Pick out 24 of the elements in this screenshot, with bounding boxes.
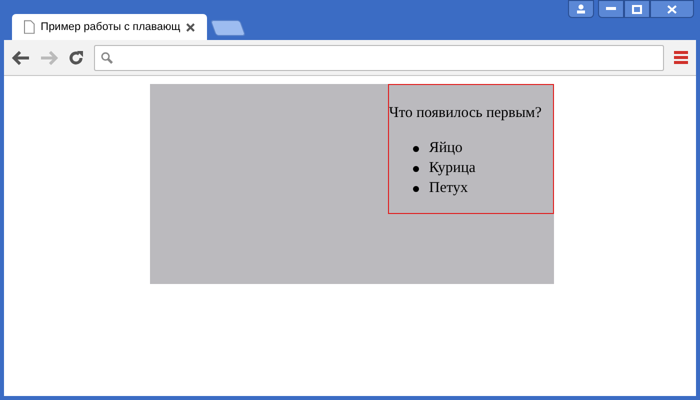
close-icon xyxy=(667,4,677,14)
search-icon xyxy=(101,52,113,64)
bullet-icon xyxy=(413,186,419,192)
maximize-icon xyxy=(632,4,642,14)
minimize-icon xyxy=(606,7,616,11)
list-item: Яйцо xyxy=(429,139,463,158)
menu-icon[interactable] xyxy=(674,51,688,64)
tab-title: Пример работы с плавающ xyxy=(40,20,180,35)
bullet-icon xyxy=(413,146,419,152)
back-icon[interactable] xyxy=(12,50,30,64)
person-icon xyxy=(576,4,586,14)
maximize-button[interactable] xyxy=(624,0,650,18)
bullet-icon xyxy=(413,166,419,172)
list-item: Петух xyxy=(429,179,468,198)
browser-tab[interactable]: Пример работы с плавающ xyxy=(12,14,207,40)
document-icon xyxy=(24,20,35,34)
profile-button[interactable] xyxy=(568,0,594,18)
list-item: Курица xyxy=(429,159,476,178)
close-button[interactable] xyxy=(650,0,694,18)
new-tab-button[interactable] xyxy=(210,20,246,36)
minimize-button[interactable] xyxy=(598,0,624,18)
close-icon[interactable] xyxy=(186,22,195,32)
reload-icon[interactable] xyxy=(68,50,84,66)
question-text: Что появилось первым? xyxy=(389,104,543,123)
